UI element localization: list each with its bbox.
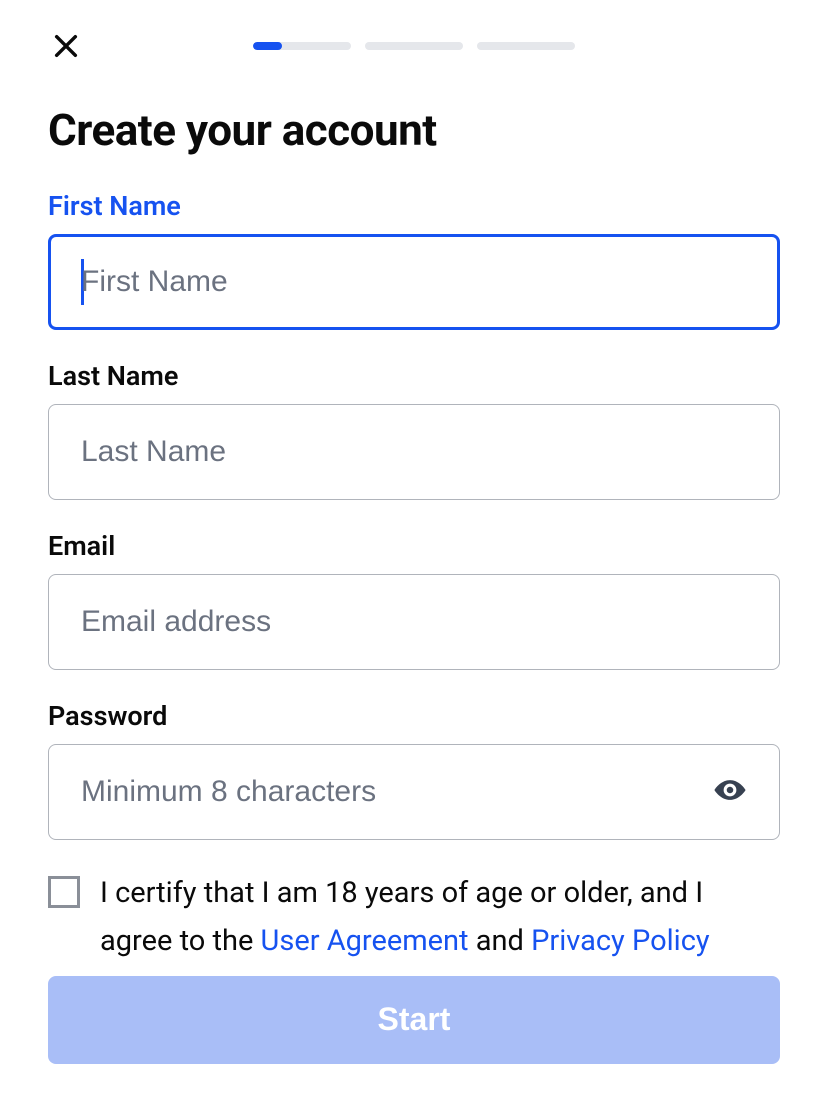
- password-input[interactable]: [81, 775, 701, 809]
- last-name-field-group: Last Name: [48, 360, 780, 500]
- privacy-policy-link[interactable]: Privacy Policy: [531, 924, 710, 958]
- progress-bar: [84, 42, 780, 50]
- user-agreement-link[interactable]: User Agreement: [261, 924, 469, 958]
- progress-fill: [253, 42, 282, 50]
- first-name-input[interactable]: [81, 265, 747, 299]
- page-title: Create your account: [48, 104, 780, 156]
- email-input[interactable]: [81, 605, 747, 639]
- consent-text-part2: and: [469, 924, 532, 958]
- email-label: Email: [48, 530, 780, 562]
- first-name-input-wrapper[interactable]: [48, 234, 780, 330]
- start-button[interactable]: Start: [48, 976, 780, 1064]
- consent-checkbox[interactable]: [48, 876, 80, 908]
- last-name-input-wrapper[interactable]: [48, 404, 780, 500]
- last-name-input[interactable]: [81, 435, 747, 469]
- progress-step-1: [253, 42, 351, 50]
- email-field-group: Email: [48, 530, 780, 670]
- eye-icon: [713, 773, 747, 807]
- first-name-label: First Name: [48, 190, 780, 222]
- consent-row: I certify that I am 18 years of age or o…: [48, 870, 780, 966]
- toggle-password-visibility[interactable]: [713, 773, 747, 811]
- progress-step-3: [477, 42, 575, 50]
- consent-text: I certify that I am 18 years of age or o…: [100, 870, 780, 966]
- close-icon: [50, 30, 82, 62]
- header-row: [48, 28, 780, 64]
- first-name-field-group: First Name: [48, 190, 780, 330]
- close-button[interactable]: [48, 28, 84, 64]
- password-input-wrapper[interactable]: [48, 744, 780, 840]
- password-field-group: Password: [48, 700, 780, 840]
- email-input-wrapper[interactable]: [48, 574, 780, 670]
- password-label: Password: [48, 700, 780, 732]
- progress-step-2: [365, 42, 463, 50]
- last-name-label: Last Name: [48, 360, 780, 392]
